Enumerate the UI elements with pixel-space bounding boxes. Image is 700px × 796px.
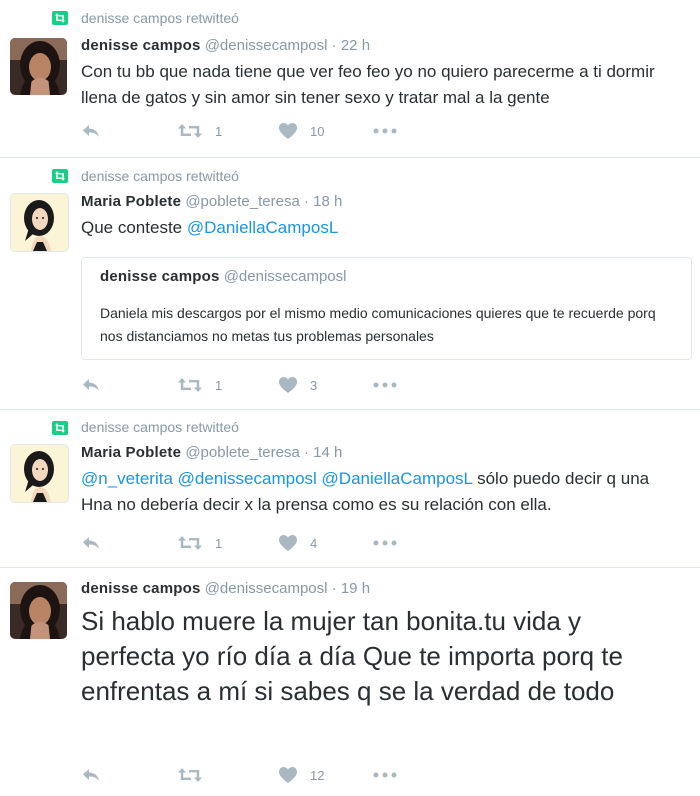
separator-dot: ·: [303, 193, 309, 210]
avatar[interactable]: [10, 38, 67, 95]
author-name[interactable]: Maria Poblete: [81, 444, 181, 461]
retweet-context: denisse campos retwitteó: [81, 419, 239, 435]
quoted-tweet[interactable]: denisse campos @denissecamposl Daniela m…: [81, 257, 692, 360]
retweet-icon: [177, 123, 203, 139]
avatar[interactable]: [10, 582, 67, 639]
retweet-badge-icon: [52, 11, 68, 25]
quoted-tweet-text: Daniela mis descargos por el mismo medio…: [100, 305, 656, 344]
tweet-text: Con tu bb que nada tiene que ver feo feo…: [81, 62, 655, 107]
author-handle[interactable]: @denissecamposl: [205, 37, 328, 54]
separator-dot: ·: [303, 444, 309, 461]
retweet-button[interactable]: 1: [177, 533, 222, 553]
timestamp[interactable]: 22 h: [341, 37, 370, 54]
heart-icon: [278, 376, 298, 394]
tweet-actions: 1 3: [81, 375, 441, 395]
reply-icon: [81, 377, 101, 393]
retweet-context: denisse campos retwitteó: [81, 10, 239, 26]
mention-link[interactable]: @n_veterita: [81, 469, 173, 488]
avatar[interactable]: [10, 444, 69, 503]
retweet-context: denisse campos retwitteó: [81, 168, 239, 184]
reply-icon: [81, 535, 101, 551]
like-button[interactable]: 12: [278, 765, 324, 785]
avatar[interactable]: [10, 193, 69, 252]
more-button[interactable]: [373, 533, 397, 553]
more-button[interactable]: [373, 765, 397, 785]
quoted-author-name: denisse campos: [100, 268, 220, 285]
author-handle[interactable]: @poblete_teresa: [185, 444, 299, 461]
tweet-header: denisse campos @denissecamposl · 22 h: [81, 37, 370, 54]
reply-icon: [81, 767, 101, 783]
heart-icon: [278, 534, 298, 552]
retweet-badge-icon: [52, 421, 68, 435]
more-dots-icon: [373, 540, 397, 546]
quoted-tweet-header: denisse campos @denissecamposl: [100, 268, 347, 285]
more-dots-icon: [373, 772, 397, 778]
reply-button[interactable]: [81, 765, 101, 785]
like-count: 4: [310, 535, 318, 551]
retweet-count: 1: [215, 377, 223, 393]
tweet-actions: 1 4: [81, 533, 441, 553]
retweet-button[interactable]: 1: [177, 375, 222, 395]
timestamp[interactable]: 19 h: [341, 580, 370, 597]
retweet-button[interactable]: 1: [177, 121, 222, 141]
tweet-header: denisse campos @denissecamposl · 19 h: [81, 580, 370, 597]
more-dots-icon: [373, 382, 397, 388]
like-button[interactable]: 10: [278, 121, 324, 141]
like-count: 3: [310, 377, 318, 393]
author-name[interactable]: Maria Poblete: [81, 193, 181, 210]
like-count: 10: [310, 123, 325, 139]
tweet-header: Maria Poblete @poblete_teresa · 18 h: [81, 193, 342, 210]
reply-icon: [81, 123, 101, 139]
tweet-text: @n_veterita @denissecamposl @DaniellaCam…: [81, 466, 682, 518]
retweet-button[interactable]: [177, 765, 215, 785]
tweet-1[interactable]: denisse campos retwitteó denisse campos …: [0, 0, 700, 157]
more-dots-icon: [373, 128, 397, 134]
more-button[interactable]: [373, 121, 397, 141]
tweet-header: Maria Poblete @poblete_teresa · 14 h: [81, 444, 342, 461]
retweet-icon: [177, 767, 203, 783]
quoted-author-handle: @denissecamposl: [223, 268, 347, 285]
retweet-icon: [177, 377, 203, 393]
retweet-icon: [177, 535, 203, 551]
author-handle[interactable]: @denissecamposl: [205, 580, 328, 597]
timestamp[interactable]: 14 h: [313, 444, 342, 461]
separator-dot: ·: [331, 37, 337, 54]
tweet-text: Si hablo muere la mujer tan bonita.tu vi…: [81, 606, 623, 706]
reply-button[interactable]: [81, 533, 101, 553]
like-button[interactable]: 4: [278, 533, 317, 553]
heart-icon: [278, 766, 298, 784]
reply-button[interactable]: [81, 121, 101, 141]
mention-link[interactable]: @DaniellaCamposL: [187, 218, 338, 237]
tweet-text-prefix: Que conteste: [81, 218, 187, 237]
retweet-badge-icon: [52, 169, 68, 183]
retweet-count: 1: [215, 535, 223, 551]
tweet-text: Que conteste @DaniellaCamposL: [81, 215, 682, 241]
timestamp[interactable]: 18 h: [313, 193, 342, 210]
author-handle[interactable]: @poblete_teresa: [185, 193, 299, 210]
retweet-count: 1: [215, 123, 223, 139]
tweet-actions: 12: [81, 765, 441, 785]
like-count: 12: [310, 767, 325, 783]
more-button[interactable]: [373, 375, 397, 395]
heart-icon: [278, 122, 298, 140]
mention-link[interactable]: @denissecamposl: [178, 469, 317, 488]
reply-button[interactable]: [81, 375, 101, 395]
tweet-2[interactable]: denisse campos retwitteó Maria Poblete @…: [0, 158, 700, 409]
like-button[interactable]: 3: [278, 375, 317, 395]
mention-link[interactable]: @DaniellaCamposL: [322, 469, 473, 488]
tweet-actions: 1 10: [81, 121, 441, 141]
author-name[interactable]: denisse campos: [81, 580, 201, 597]
tweet-3[interactable]: denisse campos retwitteó Maria Poblete @…: [0, 410, 700, 567]
author-name[interactable]: denisse campos: [81, 37, 201, 54]
separator-dot: ·: [331, 580, 337, 597]
tweet-4[interactable]: denisse campos @denissecamposl · 19 h Si…: [0, 568, 700, 796]
